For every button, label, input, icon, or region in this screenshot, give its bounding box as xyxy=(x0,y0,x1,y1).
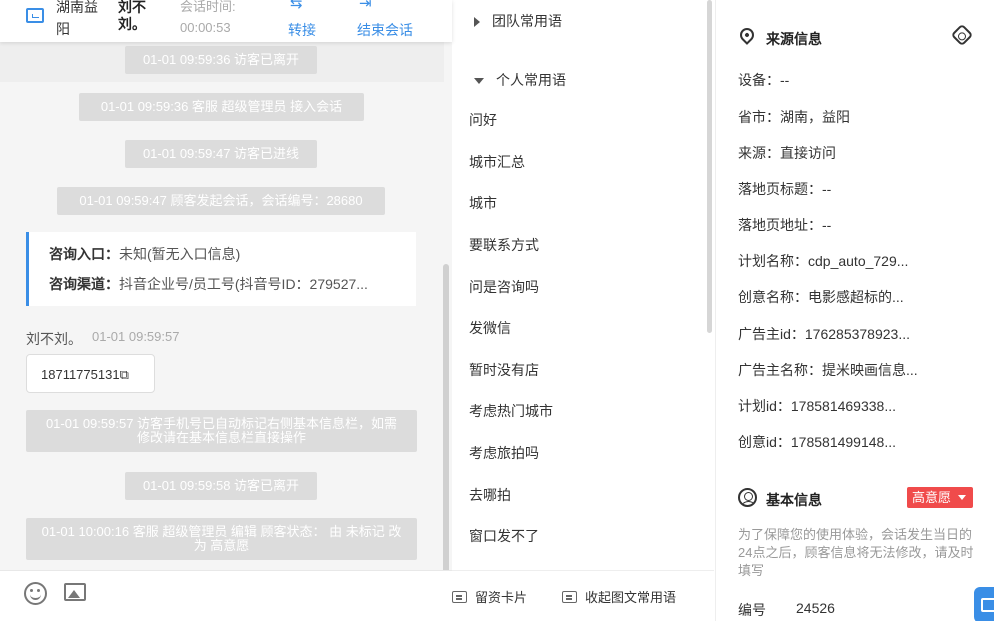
source-row: 设备：-- xyxy=(738,72,790,88)
consult-entry-value: 未知(暂无入口信息) xyxy=(119,246,241,262)
intent-status-label: 高意愿 xyxy=(912,490,952,505)
source-row: 计划名称：cdp_auto_729... xyxy=(738,253,909,269)
user-icon xyxy=(738,488,757,507)
location-pin-icon xyxy=(737,25,757,45)
visitor-location: 湖南益阳 xyxy=(56,0,98,37)
phrase-item[interactable]: 城市汇总 xyxy=(469,152,525,172)
card-icon xyxy=(452,591,467,603)
source-row: 来源：直接访问 xyxy=(738,145,836,161)
caret-right-icon xyxy=(474,17,480,28)
phrase-item[interactable]: 问是咨询吗 xyxy=(469,277,539,297)
emoji-icon[interactable] xyxy=(24,582,47,605)
source-info-title: 来源信息 xyxy=(766,31,822,47)
settings-icon[interactable] xyxy=(950,23,974,47)
personal-phrases-label: 个人常用语 xyxy=(496,72,566,88)
phrase-item[interactable]: 要联系方式 xyxy=(469,235,539,255)
monitor-icon xyxy=(26,8,44,23)
team-phrases-label: 团队常用语 xyxy=(492,13,562,29)
caret-down-icon xyxy=(958,495,966,500)
phrases-scrollbar[interactable] xyxy=(707,0,712,333)
lead-card-button[interactable]: 留资卡片 xyxy=(452,587,527,606)
consult-info-card: 咨询入口：未知(暂无入口信息) 咨询渠道：抖音企业号/员工号(抖音号ID：279… xyxy=(26,232,416,306)
team-phrases-group[interactable]: 团队常用语 xyxy=(474,11,562,31)
common-phrases-panel: 团队常用语 个人常用语 问好 城市汇总 城市 要联系方式 问是咨询吗 发微信 暂… xyxy=(452,0,714,621)
collapse-phrases-label: 收起图文常用语 xyxy=(585,590,677,605)
message-time: 01-01 09:59:57 xyxy=(92,329,180,344)
transfer-arrows-icon: ⇆ xyxy=(290,0,303,12)
source-row: 省市：湖南，益阳 xyxy=(738,109,850,125)
customer-id-label: 编号 xyxy=(738,602,766,618)
app: 湖南益阳 刘不刘。 会话时间: 00:00:53 ⇆ 转接 ⇥ 结束会话 01-… xyxy=(0,0,994,621)
image-icon[interactable] xyxy=(64,583,86,601)
consult-channel-label: 咨询渠道： xyxy=(49,276,119,292)
customer-info-panel: 来源信息 设备：-- 省市：湖南，益阳 来源：直接访问 落地页标题：-- 落地页… xyxy=(715,0,994,621)
edit-notice: 为了保障您的使用体验，会话发生当日的24点之后，顾客信息将无法修改，请及时填写 xyxy=(738,527,974,578)
personal-phrases-group[interactable]: 个人常用语 xyxy=(474,70,566,90)
source-row: 计划id：178581469338... xyxy=(738,398,896,414)
transfer-button[interactable]: ⇆ 转接 xyxy=(288,0,328,42)
system-message: 01-01 09:59:58 访客已离开 xyxy=(125,472,317,500)
floating-chat-button[interactable] xyxy=(974,587,994,621)
caret-down-icon xyxy=(474,78,484,85)
phrase-item[interactable]: 暂时没有店 xyxy=(469,360,539,380)
phrase-item[interactable]: 考虑热门城市 xyxy=(469,401,553,421)
chat-messages[interactable]: 01-01 09:59:36 访客已离开 01-01 09:59:36 客服 超… xyxy=(0,42,452,570)
chat-toolbar xyxy=(0,570,452,621)
message-text: 18711775131 xyxy=(41,367,120,382)
system-message: 01-01 09:59:57 访客手机号已自动标记右侧基本信息栏，如需修改请在基… xyxy=(26,410,417,452)
exit-icon: ⇥ xyxy=(359,0,372,12)
chat-scrollbar[interactable] xyxy=(443,264,449,570)
source-row: 创意id：178581499148... xyxy=(738,434,896,450)
session-time: 00:00:53 xyxy=(180,20,231,35)
customer-id-value: 24526 xyxy=(796,600,835,616)
phrase-item[interactable]: 问好 xyxy=(469,110,497,130)
collapse-phrases-button[interactable]: 收起图文常用语 xyxy=(562,587,676,606)
end-session-label: 结束会话 xyxy=(357,22,413,38)
message-bubble[interactable]: 18711775131⧉ xyxy=(26,354,155,393)
consult-channel: 咨询渠道：抖音企业号/员工号(抖音号ID：279527... xyxy=(49,274,368,294)
end-session-button[interactable]: ⇥ 结束会话 xyxy=(357,0,423,42)
consult-entry-label: 咨询入口： xyxy=(49,246,119,262)
consult-channel-value: 抖音企业号/员工号(抖音号ID：279527... xyxy=(119,276,368,292)
consult-entry: 咨询入口：未知(暂无入口信息) xyxy=(49,244,240,264)
phrase-item[interactable]: 窗口发不了 xyxy=(469,526,539,546)
source-row: 落地页标题：-- xyxy=(738,181,832,197)
message-icon xyxy=(562,591,577,603)
source-row: 落地页地址：-- xyxy=(738,217,832,233)
system-message: 01-01 09:59:47 顾客发起会话，会话编号：28680 xyxy=(57,187,385,215)
copy-icon[interactable]: ⧉ xyxy=(120,367,129,383)
message-sender: 刘不刘。 xyxy=(26,331,82,347)
phrase-item[interactable]: 城市 xyxy=(469,193,497,213)
intent-status-dropdown[interactable]: 高意愿 xyxy=(907,487,973,508)
source-row: 广告主id：176285378923... xyxy=(738,326,910,342)
phrase-item[interactable]: 发微信 xyxy=(469,318,511,338)
phrase-item[interactable]: 去哪拍 xyxy=(469,485,511,505)
lead-card-label: 留资卡片 xyxy=(475,590,528,605)
source-row: 广告主名称：提米映画信息... xyxy=(738,362,918,378)
system-message: 01-01 09:59:36 访客已离开 xyxy=(125,46,317,74)
chat-panel: 湖南益阳 刘不刘。 会话时间: 00:00:53 ⇆ 转接 ⇥ 结束会话 01-… xyxy=(0,0,452,621)
session-time-label: 会话时间: xyxy=(180,0,236,14)
system-message: 01-01 09:59:36 客服 超级管理员 接入会话 xyxy=(79,93,364,121)
phrase-item[interactable]: 考虑旅拍吗 xyxy=(469,443,539,463)
phrases-toolbar: 留资卡片 收起图文常用语 xyxy=(452,570,714,621)
system-message: 01-01 10:00:16 客服 超级管理员 编辑 顾客状态： 由 未标记 改… xyxy=(26,518,417,560)
visitor-name: 刘不刘。 xyxy=(118,0,146,32)
chat-header: 湖南益阳 刘不刘。 会话时间: 00:00:53 ⇆ 转接 ⇥ 结束会话 xyxy=(0,0,452,42)
source-row: 创意名称：电影感超标的... xyxy=(738,289,904,305)
transfer-label: 转接 xyxy=(288,22,316,38)
system-message: 01-01 09:59:47 访客已进线 xyxy=(125,140,317,168)
basic-info-title: 基本信息 xyxy=(766,492,822,508)
